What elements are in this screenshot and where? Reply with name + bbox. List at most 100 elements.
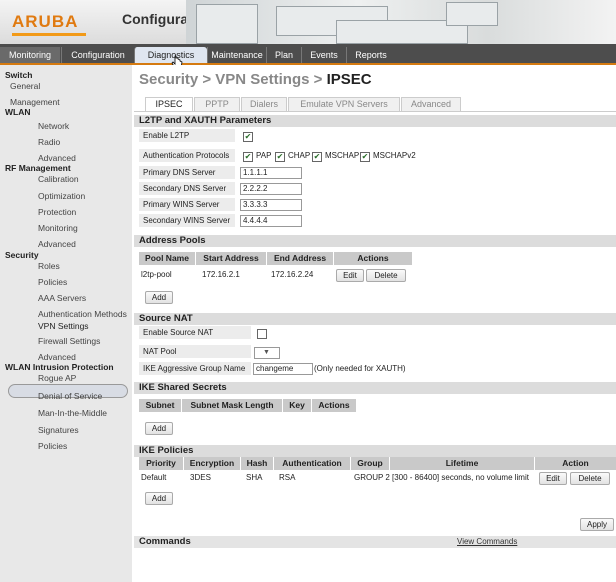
tab-divider <box>134 111 616 112</box>
primary-wins-input[interactable]: 3.3.3.3 <box>240 199 302 211</box>
enable-source-nat-checkbox[interactable] <box>257 329 267 339</box>
sidebar-item-aaa-servers[interactable]: AAA Servers <box>38 293 86 303</box>
sidebar-item-protection[interactable]: Protection <box>38 207 76 217</box>
tab-pptp[interactable]: PPTP <box>194 97 240 111</box>
check-icon: ✔ <box>276 152 284 161</box>
sidebar-heading-wlan-intrusion-protection: WLAN Intrusion Protection <box>5 362 114 372</box>
section-ike-policies: IKE Policies <box>134 445 616 457</box>
sidebar-item-rogue-ap[interactable]: Rogue AP <box>38 373 76 383</box>
sidebar-item-firewall-settings[interactable]: Firewall Settings <box>38 336 100 346</box>
check-icon: ✔ <box>244 132 252 141</box>
top-navigation: Monitoring Configuration Diagnostics Mai… <box>0 44 616 65</box>
chap-label: CHAP <box>288 151 311 160</box>
sidebar-item-radio[interactable]: Radio <box>38 137 60 147</box>
tab-ipsec[interactable]: IPSEC <box>145 97 193 111</box>
sidebar-item-wlan-advanced[interactable]: Advanced <box>38 153 76 163</box>
col-lifetime: Lifetime <box>390 457 534 470</box>
enable-l2tp-checkbox[interactable]: ✔ <box>243 132 253 142</box>
sidebar-heading-wlan: WLAN <box>5 107 31 117</box>
primary-dns-input[interactable]: 1.1.1.1 <box>240 167 302 179</box>
nav-events[interactable]: Events <box>301 47 346 63</box>
enable-source-nat-label: Enable Source NAT <box>139 326 251 340</box>
section-source-nat: Source NAT <box>134 313 616 325</box>
nat-pool-label: NAT Pool <box>139 345 251 359</box>
pool-delete-button[interactable]: Delete <box>366 269 406 282</box>
pap-label: PAP <box>256 151 272 160</box>
sidebar-item-vpn-settings[interactable]: VPN Settings <box>38 321 89 331</box>
sidebar-item-authentication-methods[interactable]: Authentication Methods <box>38 309 127 319</box>
section-commands: Commands View Commands <box>134 536 616 548</box>
policy-priority-cell: Default <box>141 473 167 482</box>
ike-group-input[interactable]: changeme <box>253 363 313 375</box>
nav-configuration[interactable]: Configuration <box>61 47 134 63</box>
sidebar-item-roles[interactable]: Roles <box>38 261 60 271</box>
view-commands-link[interactable]: View Commands <box>457 536 517 548</box>
section-ike-shared-secrets: IKE Shared Secrets <box>134 382 616 394</box>
tab-emulate-vpn-servers[interactable]: Emulate VPN Servers <box>288 97 400 111</box>
sidebar-item-network[interactable]: Network <box>38 121 69 131</box>
add-pool-button[interactable]: Add <box>145 291 173 304</box>
aruba-logo: ARUBA <box>8 7 104 37</box>
check-icon: ✔ <box>313 152 321 161</box>
check-icon: ✔ <box>361 152 369 161</box>
auth-protocols-label: Authentication Protocols <box>139 149 235 163</box>
add-shared-secret-button[interactable]: Add <box>145 422 173 435</box>
secondary-wins-label: Secondary WINS Server <box>139 214 235 228</box>
tab-dialers[interactable]: Dialers <box>241 97 287 111</box>
enable-l2tp-label: Enable L2TP <box>139 129 235 143</box>
nav-reports[interactable]: Reports <box>346 47 395 63</box>
sidebar-item-general[interactable]: General <box>10 81 40 91</box>
policy-hash-cell: SHA <box>246 473 263 482</box>
chap-checkbox[interactable]: ✔ <box>275 152 285 162</box>
secondary-dns-input[interactable]: 2.2.2.2 <box>240 183 302 195</box>
apply-button[interactable]: Apply <box>580 518 614 531</box>
mschap-checkbox[interactable]: ✔ <box>312 152 322 162</box>
sidebar: Switch General Management WLAN Network R… <box>0 65 132 582</box>
policy-lifetime-cell: [300 - 86400] seconds, no volume limit <box>392 473 529 482</box>
col-priority: Priority <box>139 457 183 470</box>
page-title: Security > VPN Settings > IPSEC <box>139 71 372 88</box>
sidebar-item-optimization[interactable]: Optimization <box>38 191 85 201</box>
secondary-wins-input[interactable]: 4.4.4.4 <box>240 215 302 227</box>
sidebar-item-policies[interactable]: Policies <box>38 277 67 287</box>
add-policy-button[interactable]: Add <box>145 492 173 505</box>
policy-delete-button[interactable]: Delete <box>570 472 610 485</box>
sidebar-item-man-in-the-middle[interactable]: Man-In-the-Middle <box>38 408 107 418</box>
tab-advanced[interactable]: Advanced <box>401 97 461 111</box>
col-group: Group <box>351 457 389 470</box>
nav-maintenance[interactable]: Maintenance <box>207 47 266 63</box>
nat-pool-select[interactable]: ▼ <box>254 347 280 359</box>
main-content: Security > VPN Settings > IPSEC IPSEC PP… <box>132 65 616 582</box>
logo-underline <box>12 33 86 36</box>
mschap-label: MSCHAP <box>325 151 360 160</box>
col-start-address: Start Address <box>196 252 266 265</box>
sidebar-item-denial-of-service[interactable]: Denial of Service <box>38 391 102 401</box>
check-icon: ✔ <box>244 152 252 161</box>
sidebar-heading-security: Security <box>5 250 39 260</box>
policy-auth-cell: RSA <box>279 473 296 482</box>
policy-edit-button[interactable]: Edit <box>539 472 567 485</box>
sidebar-item-calibration[interactable]: Calibration <box>38 174 79 184</box>
col-subnet: Subnet <box>139 399 181 412</box>
sidebar-item-wip-policies[interactable]: Policies <box>38 441 67 451</box>
nav-monitoring[interactable]: Monitoring <box>0 47 60 63</box>
ike-group-label: IKE Aggressive Group Name <box>139 362 251 376</box>
pool-start-cell: 172.16.2.1 <box>202 270 240 279</box>
pool-edit-button[interactable]: Edit <box>336 269 364 282</box>
col-end-address: End Address <box>267 252 333 265</box>
nav-plan[interactable]: Plan <box>266 47 301 63</box>
sidebar-heading-rf-management: RF Management <box>5 163 71 173</box>
mschapv2-checkbox[interactable]: ✔ <box>360 152 370 162</box>
sidebar-item-monitoring[interactable]: Monitoring <box>38 223 78 233</box>
sidebar-item-management[interactable]: Management <box>10 97 60 107</box>
sidebar-item-security-advanced[interactable]: Advanced <box>38 352 76 362</box>
col-encryption: Encryption <box>184 457 240 470</box>
section-l2tp-xauth: L2TP and XAUTH Parameters <box>134 115 616 127</box>
pool-end-cell: 172.16.2.24 <box>271 270 314 279</box>
sidebar-item-rf-advanced[interactable]: Advanced <box>38 239 76 249</box>
primary-wins-label: Primary WINS Server <box>139 198 235 212</box>
pap-checkbox[interactable]: ✔ <box>243 152 253 162</box>
col-key: Key <box>283 399 311 412</box>
sidebar-item-signatures[interactable]: Signatures <box>38 425 79 435</box>
col-authentication: Authentication <box>274 457 350 470</box>
